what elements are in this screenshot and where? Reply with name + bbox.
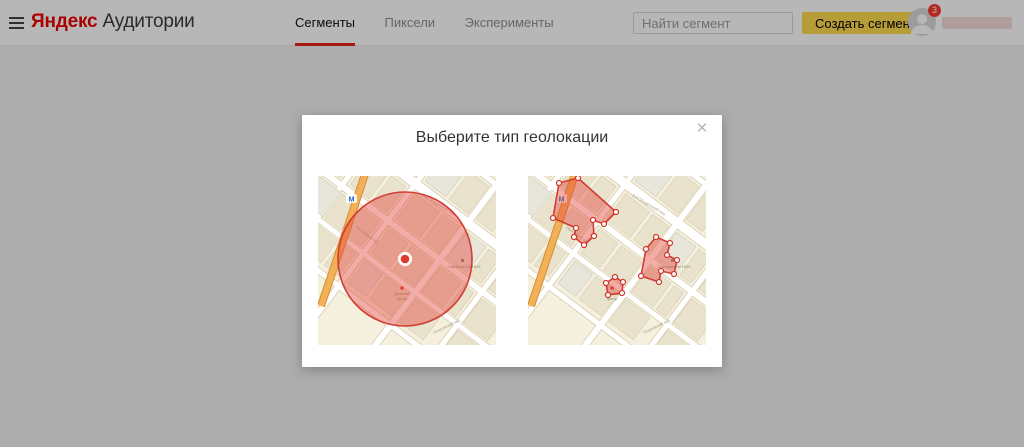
polygon-vertex-handle [602,222,607,227]
circle-map-preview [318,176,496,345]
polygon-vertex-handle [576,176,581,181]
polygon-vertex-handle [665,253,670,258]
geolocation-type-dialog: Выберите тип геолокации × [302,115,722,367]
polygon-vertex-handle [659,269,664,274]
close-icon[interactable]: × [693,120,711,138]
center-marker-dot [401,255,410,264]
polygon-vertex-handle [668,241,673,246]
polygon-vertex-handle [620,291,625,296]
geo-option-polygons[interactable] [528,176,706,345]
polygon-vertex-handle [557,181,562,186]
polygon-vertex-handle [606,293,611,298]
polygon-vertex-handle [672,272,677,277]
polygon-vertex-handle [582,243,587,248]
app-root: Яндекс Аудитории Сегменты Пиксели Экспер… [0,0,1024,447]
polygon-vertex-handle [644,247,649,252]
geo-option-circle[interactable] [318,176,496,345]
dialog-title: Выберите тип геолокации [302,129,722,147]
polygon-vertex-handle [592,234,597,239]
polygon-vertex-handle [614,210,619,215]
polygon-map-preview [528,176,706,345]
polygon-vertex-handle [572,235,577,240]
polygon-vertex-handle [621,280,626,285]
polygon-vertex-handle [574,226,579,231]
polygon-vertex-handle [639,274,644,279]
polygon-vertex-handle [604,281,609,286]
polygon-vertex-handle [551,216,556,221]
polygon-vertex-handle [657,280,662,285]
polygon-vertex-handle [654,235,659,240]
polygon-vertex-handle [675,258,680,263]
polygon-vertex-handle [591,218,596,223]
polygon-vertex-handle [613,275,618,280]
